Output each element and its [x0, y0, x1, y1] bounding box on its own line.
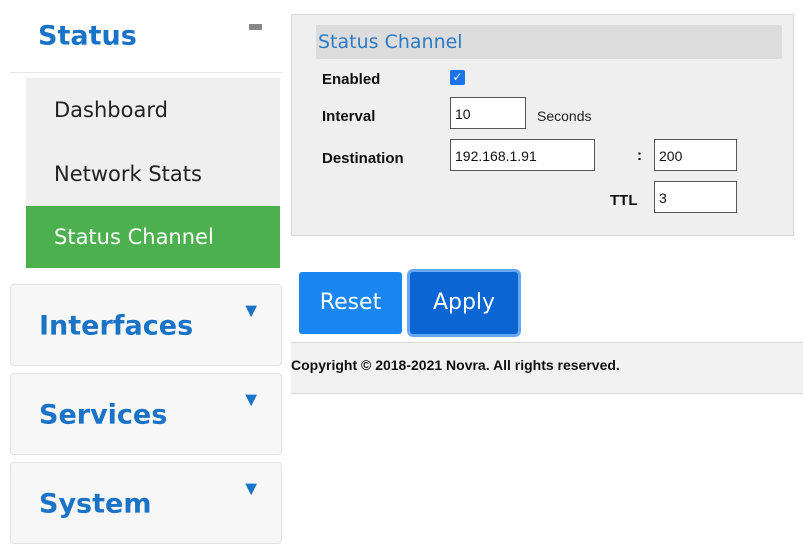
status-submenu: Dashboard Network Stats Status Channel	[26, 78, 280, 268]
sidebar-header-interfaces[interactable]: Interfaces ▼	[11, 285, 281, 367]
interval-label: Interval	[322, 108, 376, 125]
enabled-label: Enabled	[322, 71, 381, 88]
collapse-icon[interactable]	[249, 24, 262, 30]
destination-label: Destination	[322, 150, 404, 167]
sidebar-header-status[interactable]: Status	[10, 0, 282, 73]
sidebar-item-network-stats[interactable]: Network Stats	[26, 142, 280, 206]
sidebar-header-system[interactable]: System ▼	[11, 463, 281, 545]
copyright-text: Copyright © 2018-2021 Novra. All rights …	[291, 357, 620, 373]
chevron-down-icon[interactable]: ▼	[241, 301, 261, 321]
status-channel-panel: Status Channel Enabled ✓ Interval 10 Sec…	[291, 14, 794, 236]
sidebar-title-services: Services	[39, 399, 168, 431]
sidebar-title-interfaces: Interfaces	[39, 310, 194, 342]
sidebar-section-system[interactable]: System ▼	[10, 462, 282, 544]
sidebar-section-status: Status Dashboard Network Stats Status Ch…	[10, 0, 282, 537]
sidebar-header-services[interactable]: Services ▼	[11, 374, 281, 456]
sidebar-item-dashboard[interactable]: Dashboard	[26, 78, 280, 142]
sidebar-title-status: Status	[38, 20, 137, 52]
check-icon: ✓	[452, 70, 463, 84]
reset-button[interactable]: Reset	[299, 272, 402, 334]
sidebar-item-status-channel[interactable]: Status Channel	[26, 206, 280, 268]
sidebar-section-services[interactable]: Services ▼	[10, 373, 282, 455]
destination-port-input[interactable]: 200	[654, 139, 737, 171]
sidebar-section-interfaces[interactable]: Interfaces ▼	[10, 284, 282, 366]
ttl-input[interactable]: 3	[654, 181, 737, 213]
sidebar-title-system: System	[39, 488, 152, 520]
destination-ip-input[interactable]: 192.168.1.91	[450, 139, 595, 171]
port-separator: :	[637, 147, 642, 164]
ttl-label: TTL	[610, 192, 638, 209]
chevron-down-icon[interactable]: ▼	[241, 390, 261, 410]
apply-button[interactable]: Apply	[410, 272, 518, 334]
interval-unit: Seconds	[537, 108, 592, 124]
chevron-down-icon[interactable]: ▼	[241, 479, 261, 499]
enabled-checkbox[interactable]: ✓	[450, 70, 465, 85]
interval-input[interactable]: 10	[450, 97, 526, 129]
footer: Copyright © 2018-2021 Novra. All rights …	[291, 342, 803, 394]
panel-title: Status Channel	[316, 25, 782, 59]
